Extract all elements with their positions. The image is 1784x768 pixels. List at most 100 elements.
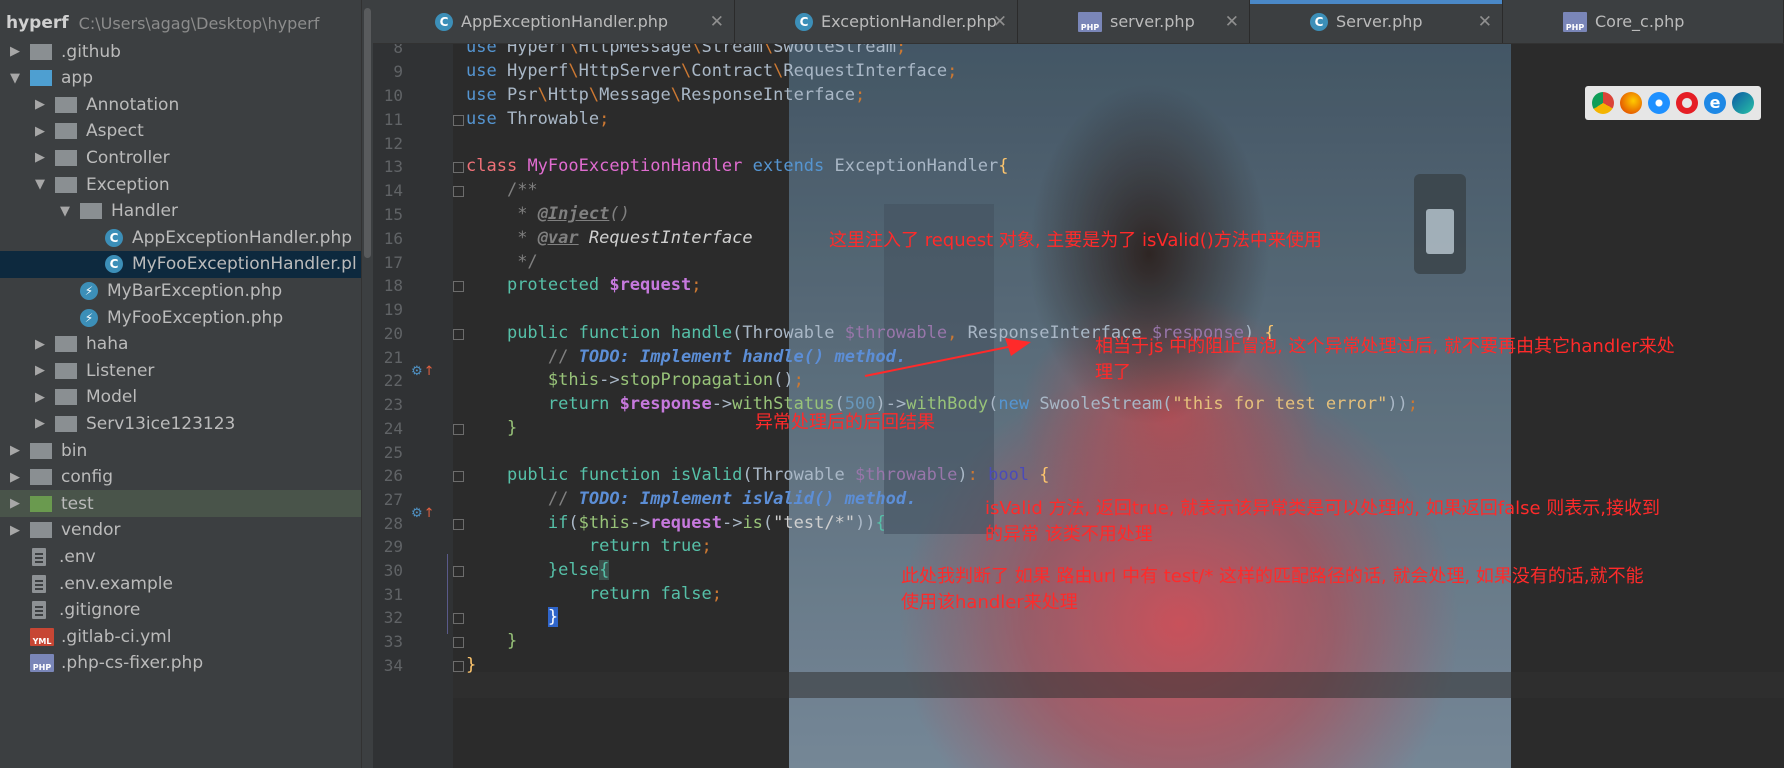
fold-toggle-icon[interactable] bbox=[453, 471, 464, 482]
php-class-icon: C bbox=[435, 12, 453, 31]
editor-tab[interactable]: C ExceptionHandler.php ✕ bbox=[735, 0, 1018, 43]
chrome-icon[interactable] bbox=[1592, 92, 1614, 114]
chevron-right-icon[interactable]: ▶ bbox=[8, 523, 22, 538]
chevron-right-icon[interactable]: ▶ bbox=[8, 496, 22, 511]
fold-toggle-icon[interactable] bbox=[453, 186, 464, 197]
editor-tab[interactable]: PHP server.php ✕ bbox=[1018, 0, 1250, 43]
text-file-icon bbox=[32, 601, 46, 620]
tree-item-label: test bbox=[61, 493, 94, 514]
ie-icon[interactable]: e bbox=[1704, 92, 1726, 114]
tree-item[interactable]: C AppExceptionHandler.php bbox=[0, 224, 362, 251]
chevron-right-icon[interactable]: ▶ bbox=[33, 390, 47, 405]
chevron-right-icon[interactable]: ▶ bbox=[33, 416, 47, 431]
tree-item[interactable]: .env bbox=[0, 543, 362, 570]
editor-tab[interactable]: PHP Core_c.php bbox=[1503, 0, 1784, 43]
fold-toggle-icon[interactable] bbox=[453, 424, 464, 435]
tree-scrollbar[interactable] bbox=[361, 0, 373, 768]
opera-icon[interactable] bbox=[1676, 92, 1698, 114]
edge-icon[interactable] bbox=[1732, 92, 1754, 114]
tree-item[interactable]: ▶ config bbox=[0, 464, 362, 491]
project-root[interactable]: hyperf C:\Users\agag\Desktop\hyperf bbox=[0, 8, 362, 38]
tree-item[interactable]: YML .gitlab-ci.yml bbox=[0, 623, 362, 650]
code-line-9: use Hyperf\HttpServer\Contract\RequestIn… bbox=[466, 61, 958, 81]
close-icon[interactable]: ✕ bbox=[1478, 12, 1492, 32]
tree-item[interactable]: ▼ Exception bbox=[0, 171, 362, 198]
fold-toggle-icon[interactable] bbox=[453, 566, 464, 577]
chevron-right-icon[interactable]: ▶ bbox=[8, 443, 22, 458]
line-number: 32 bbox=[383, 608, 403, 627]
tree-item[interactable]: ▶ bin bbox=[0, 437, 362, 464]
fold-toggle-icon[interactable] bbox=[453, 637, 464, 648]
annotation-arrow bbox=[864, 338, 1031, 377]
chevron-right-icon[interactable]: ▶ bbox=[33, 363, 47, 378]
tree-item[interactable]: ▶ haha bbox=[0, 331, 362, 358]
fold-toggle-icon[interactable] bbox=[453, 613, 464, 624]
fold-toggle-icon[interactable] bbox=[453, 329, 464, 340]
tree-item[interactable]: ▶ Model bbox=[0, 384, 362, 411]
annotation-inject: 这里注入了 request 对象, 主要是为了 isValid()方法中来使用 bbox=[829, 230, 1322, 251]
editor-tab[interactable]: C AppExceptionHandler.php ✕ bbox=[373, 0, 735, 43]
chevron-down-icon[interactable]: ▼ bbox=[58, 204, 72, 219]
tree-item[interactable]: ▶ test bbox=[0, 490, 362, 518]
chevron-right-icon[interactable]: ▶ bbox=[33, 337, 47, 352]
chevron-right-icon[interactable]: ▶ bbox=[33, 150, 47, 165]
text-file-icon bbox=[32, 547, 46, 566]
override-marker-icon[interactable]: ⚙↑ bbox=[411, 364, 435, 379]
code-line-16: * @var RequestInterface bbox=[517, 228, 753, 248]
tree-item[interactable]: ⚡ MyFooException.php bbox=[0, 304, 362, 331]
fold-toggle-icon[interactable] bbox=[453, 661, 464, 672]
editor-tab-label: server.php bbox=[1110, 12, 1195, 31]
line-number: 31 bbox=[383, 585, 403, 604]
fold-toggle-icon[interactable] bbox=[453, 115, 464, 126]
tree-item-label: haha bbox=[86, 334, 129, 355]
tree-item[interactable]: C MyFooExceptionHandler.pl bbox=[0, 250, 362, 278]
chevron-down-icon[interactable]: ▼ bbox=[8, 71, 22, 86]
line-number: 24 bbox=[383, 419, 403, 438]
tree-item-label: vendor bbox=[61, 520, 121, 541]
editor-tab-label: Server.php bbox=[1336, 12, 1423, 31]
tree-item-label: .gitlab-ci.yml bbox=[61, 626, 172, 647]
tree-item[interactable]: .gitignore bbox=[0, 597, 362, 624]
folder-icon bbox=[55, 123, 77, 140]
project-path: C:\Users\agag\Desktop\hyperf bbox=[78, 13, 320, 33]
line-number: 10 bbox=[383, 86, 403, 105]
safari-icon[interactable] bbox=[1648, 92, 1670, 114]
folder-icon bbox=[30, 495, 52, 512]
tree-item[interactable]: ▶ Aspect bbox=[0, 118, 362, 145]
tree-item-label: Model bbox=[86, 387, 138, 408]
firefox-icon[interactable] bbox=[1620, 92, 1642, 114]
chevron-right-icon[interactable]: ▶ bbox=[8, 44, 22, 59]
fold-toggle-icon[interactable] bbox=[453, 519, 464, 530]
tree-item[interactable]: ▶ vendor bbox=[0, 517, 362, 544]
fold-toggle-icon[interactable] bbox=[453, 281, 464, 292]
tree-item[interactable]: .env.example bbox=[0, 570, 362, 597]
tree-item[interactable]: ▼ app bbox=[0, 65, 362, 92]
code-editor[interactable]: 8 9 10 11 12 13 14 15 16 17 18 19 20 21 22 23 24 25 26 27 28… bbox=[373, 44, 1784, 768]
tree-item[interactable]: ▶ .github bbox=[0, 38, 362, 65]
chevron-right-icon[interactable]: ▶ bbox=[33, 124, 47, 139]
chevron-right-icon[interactable]: ▶ bbox=[8, 470, 22, 485]
tree-item[interactable]: ▼ Handler bbox=[0, 198, 362, 225]
tree-item[interactable]: ▶ Listener bbox=[0, 357, 362, 384]
tree-item[interactable]: ▶ Annotation bbox=[0, 91, 362, 118]
code-line-23: return $response->withStatus(500)->withB… bbox=[547, 394, 1419, 414]
php-class-icon: C bbox=[1310, 12, 1328, 31]
chevron-right-icon[interactable]: ▶ bbox=[33, 97, 47, 112]
close-icon[interactable]: ✕ bbox=[1225, 12, 1239, 32]
chevron-down-icon[interactable]: ▼ bbox=[33, 177, 47, 192]
annotation-isvalid-1: isValid 方法, 返回true, 就表示该异常类是可以处理的, 如果返回f… bbox=[985, 498, 1661, 519]
tree-item-label: MyFooExceptionHandler.pl bbox=[132, 254, 357, 275]
tree-item-label: bin bbox=[61, 440, 88, 461]
tree-item[interactable]: ▶ Serv13ice123123 bbox=[0, 410, 362, 437]
editor-tab[interactable]: C Server.php ✕ bbox=[1250, 0, 1503, 43]
tree-scrollbar-thumb[interactable] bbox=[364, 8, 371, 258]
tree-item[interactable]: PHP .php-cs-fixer.php bbox=[0, 650, 362, 677]
close-icon[interactable]: ✕ bbox=[993, 12, 1007, 32]
fold-toggle-icon[interactable] bbox=[453, 162, 464, 173]
close-icon[interactable]: ✕ bbox=[710, 12, 724, 32]
tree-item[interactable]: ▶ Controller bbox=[0, 144, 362, 171]
tree-item-label: .github bbox=[61, 41, 121, 62]
code-line-30: }else{ bbox=[547, 560, 610, 580]
override-marker-icon[interactable]: ⚙↑ bbox=[411, 506, 435, 521]
tree-item[interactable]: ⚡ MyBarException.php bbox=[0, 277, 362, 304]
